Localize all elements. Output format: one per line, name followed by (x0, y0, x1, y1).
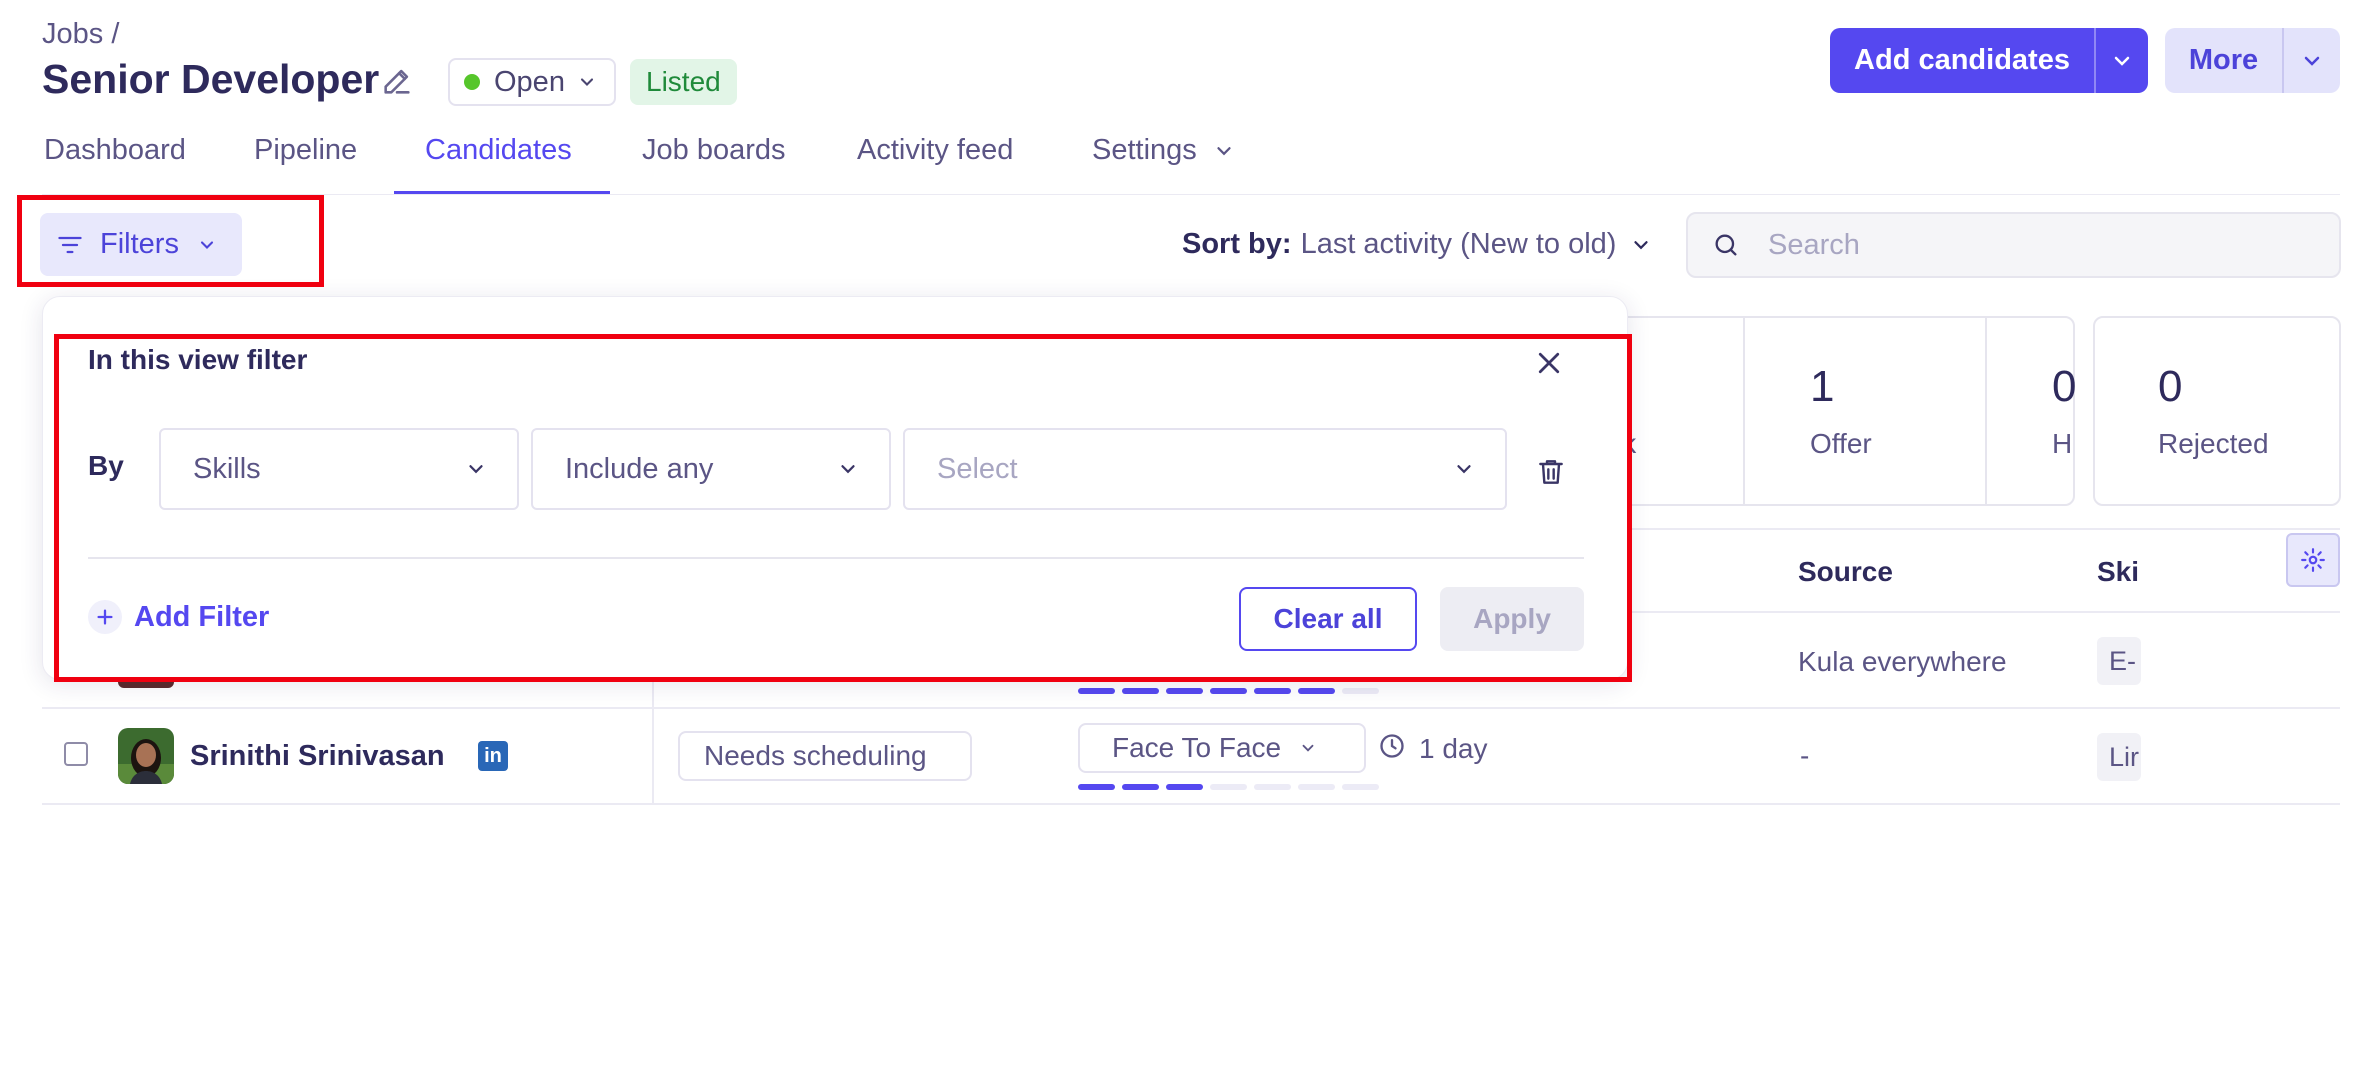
column-settings-button[interactable] (2286, 533, 2340, 587)
listed-badge: Listed (630, 59, 737, 105)
page-title: Senior Developer (42, 56, 380, 102)
tab-job-boards[interactable]: Job boards (642, 134, 786, 167)
chevron-down-icon (577, 72, 597, 92)
tabs-divider (42, 194, 2340, 195)
chevron-down-icon (1299, 739, 1317, 757)
column-header-source[interactable]: Source (1798, 556, 1893, 588)
progress-segment (1254, 784, 1291, 790)
progress-segment (1166, 784, 1203, 790)
more-label: More (2188, 44, 2259, 76)
skill-chip: E- (2097, 637, 2141, 685)
source-cell: Kula everywhere (1798, 646, 2007, 677)
stage-progress (1078, 688, 1379, 694)
status-label: Open (494, 65, 565, 98)
stage-group (1600, 316, 2075, 506)
status-dot-icon (464, 74, 480, 90)
progress-segment (1210, 688, 1247, 694)
progress-segment (1166, 688, 1203, 694)
highlight-box-filters (17, 195, 324, 287)
highlight-box-filter-panel (54, 334, 1632, 682)
stage-label-offer: Offer (1810, 428, 1872, 459)
source-cell: - (1800, 740, 1810, 771)
table-header-rule (1600, 611, 2340, 613)
candidate-name[interactable]: Srinithi Srinivasan (190, 740, 445, 773)
linkedin-icon[interactable]: in (478, 741, 508, 771)
tab-dashboard[interactable]: Dashboard (44, 134, 186, 167)
search-box[interactable] (1686, 212, 2341, 278)
tab-pipeline[interactable]: Pipeline (254, 134, 357, 167)
status-dropdown[interactable]: Open (448, 58, 616, 106)
stage-card-rejected[interactable] (2093, 316, 2341, 506)
add-candidates-label: Add candidates (1854, 44, 2070, 76)
sort-dropdown[interactable]: Sort by: Last activity (New to old) (1182, 228, 1652, 261)
search-input[interactable] (1766, 227, 2326, 263)
more-button[interactable]: More (2165, 28, 2340, 93)
progress-segment (1078, 688, 1115, 694)
stage-count-hired: 0 (2052, 362, 2077, 411)
breadcrumb[interactable]: Jobs / (42, 18, 119, 51)
progress-segment (1122, 688, 1159, 694)
stage-dropdown-label: Face To Face (1112, 732, 1282, 763)
stage-label-rejected: Rejected (2158, 428, 2269, 459)
progress-segment (1210, 784, 1247, 790)
progress-segment (1298, 688, 1335, 694)
sort-value: Last activity (New to old) (1300, 228, 1617, 260)
chevron-down-icon[interactable] (2284, 49, 2340, 73)
pencil-icon[interactable] (380, 64, 414, 98)
table-row-divider (42, 803, 2340, 805)
stage-dropdown[interactable]: Face To Face (1078, 723, 1366, 773)
progress-segment (1122, 784, 1159, 790)
chevron-down-icon (1630, 234, 1652, 256)
tab-settings[interactable]: Settings (1092, 134, 1235, 167)
skill-chip-label: Lir (2109, 741, 2140, 772)
chevron-down-icon (1213, 140, 1235, 162)
progress-segment (1342, 688, 1379, 694)
progress-segment (1342, 784, 1379, 790)
table-row-divider (42, 707, 2340, 709)
stage-progress (1078, 784, 1379, 790)
table-header-rule (1600, 528, 2340, 530)
chevron-down-icon[interactable] (2096, 49, 2148, 73)
column-divider (652, 680, 654, 804)
sort-label: Sort by: (1182, 228, 1292, 260)
progress-segment (1298, 784, 1335, 790)
skill-chip: Lir (2097, 733, 2141, 781)
stage-count-offer: 1 (1810, 362, 1835, 411)
stage-count-rejected: 0 (2158, 362, 2183, 411)
column-header-skills[interactable]: Ski (2097, 556, 2139, 588)
tab-settings-label: Settings (1092, 134, 1197, 166)
tab-activity-feed[interactable]: Activity feed (857, 134, 1013, 167)
gear-icon (2300, 547, 2326, 573)
clock-icon (1378, 732, 1406, 760)
status-pill-label: Needs scheduling (704, 740, 927, 771)
progress-segment (1254, 688, 1291, 694)
add-candidates-button[interactable]: Add candidates (1830, 28, 2148, 93)
stage-divider (1743, 316, 1745, 506)
tab-candidates[interactable]: Candidates (425, 134, 572, 167)
time-in-stage: 1 day (1419, 733, 1488, 764)
skill-chip-label: E- (2109, 645, 2136, 676)
row-checkbox[interactable] (64, 742, 88, 766)
avatar[interactable] (118, 728, 174, 784)
search-icon (1712, 231, 1740, 259)
stage-divider (1985, 316, 1987, 506)
stage-label-hired: H (2052, 428, 2073, 459)
status-pill[interactable]: Needs scheduling (678, 731, 972, 781)
progress-segment (1078, 784, 1115, 790)
